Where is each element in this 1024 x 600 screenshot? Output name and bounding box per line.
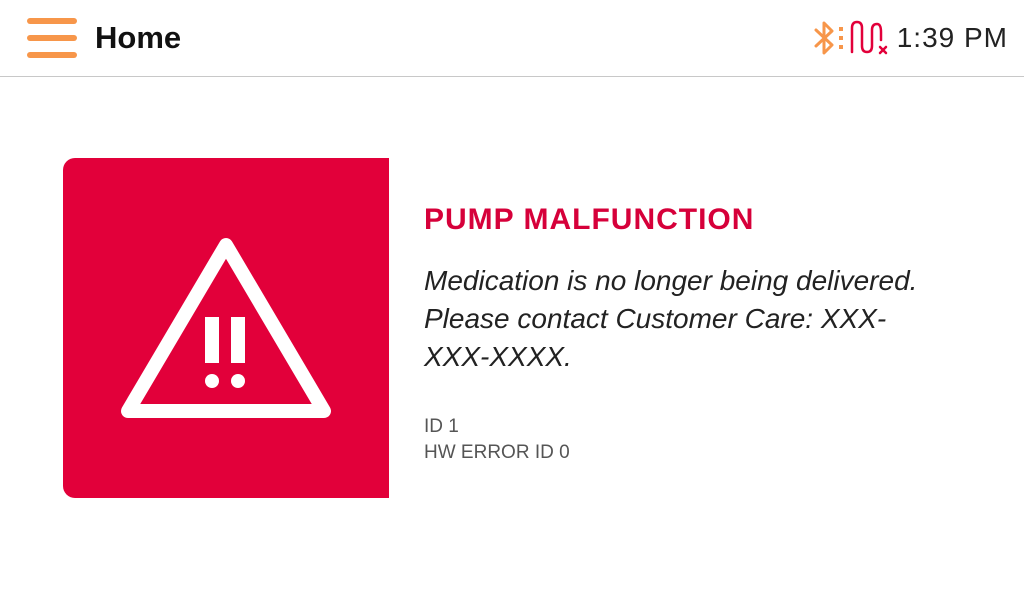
clock: 1:39 PM [896,22,1008,53]
alert-message: Medication is no longer being delivered.… [424,265,918,372]
sensor-disconnected-icon [850,20,887,55]
status-area: 1:39 PM [813,16,1008,60]
top-bar: Home 1:39 PM [0,0,1024,77]
alert-content: PUMP MALFUNCTION Medication is no longer… [424,198,984,466]
hw-error-id: HW ERROR ID 0 [424,442,570,463]
page-title: Home [95,20,182,55]
alert-ids: ID 1 HW ERROR ID 0 [424,414,984,466]
bluetooth-icon [814,21,843,55]
alert-icon-panel [63,158,389,498]
hamburger-menu-icon[interactable] [27,18,77,58]
warning-triangle-icon [121,238,331,418]
alert-title: PUMP MALFUNCTION [424,203,755,236]
alert-id: ID 1 [424,416,459,437]
